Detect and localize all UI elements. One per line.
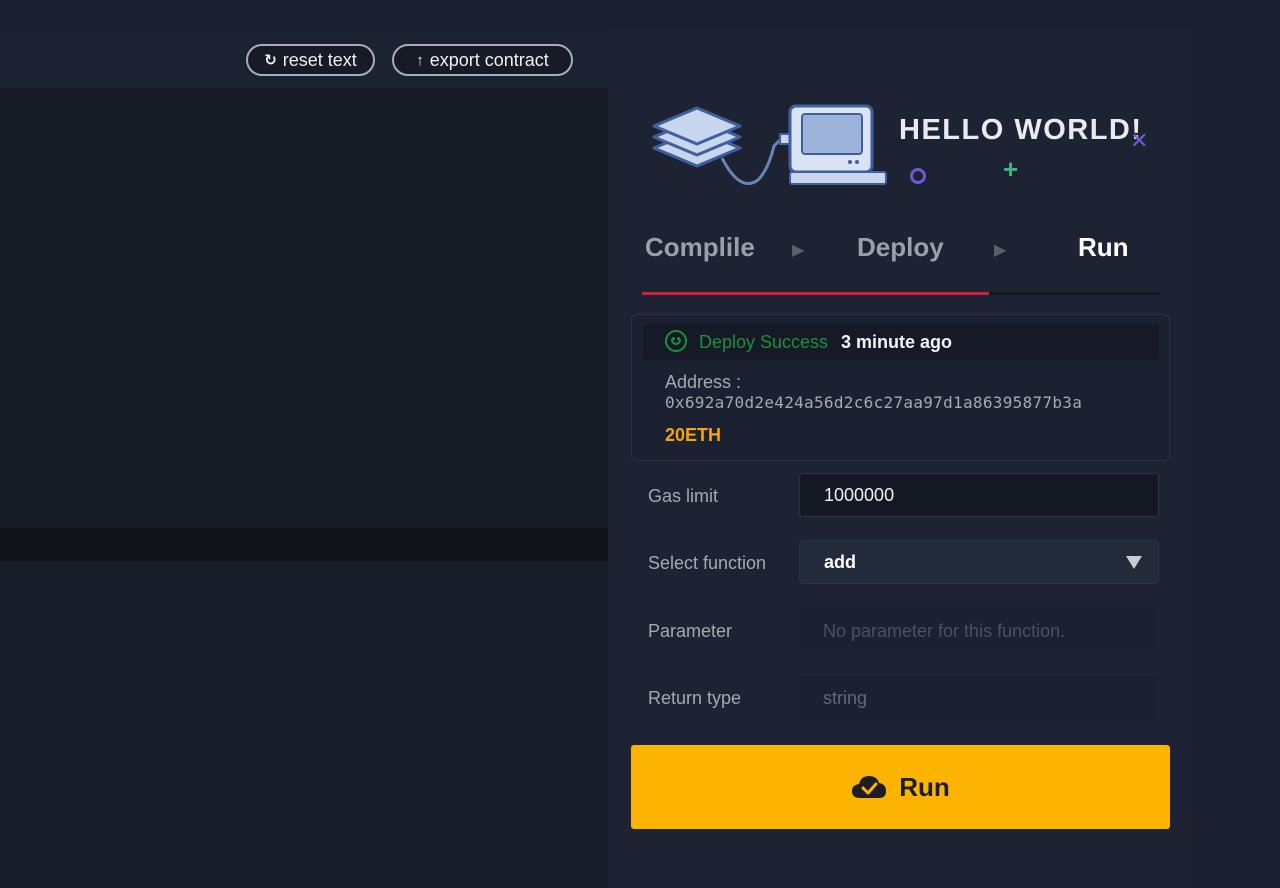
status-text: Deploy Success — [699, 332, 829, 352]
gas-limit-label: Gas limit — [648, 486, 719, 506]
step-progress-fill — [642, 292, 990, 295]
export-contract-label: export contract — [429, 49, 549, 70]
gas-limit-input[interactable]: 1000000 — [799, 473, 1159, 517]
status-time: 3 minute ago — [841, 332, 953, 352]
contract-address: 0x692a70d2e424a56d2c6c27aa97d1a86395877b… — [665, 393, 1083, 412]
reset-text-label: reset text — [282, 49, 357, 70]
hero-title: HELLO WORLD! — [899, 114, 1143, 146]
layers-icon — [652, 106, 742, 168]
cloud-check-icon — [852, 776, 887, 798]
step-progress-track — [642, 292, 1160, 295]
return-type-label: Return type — [648, 688, 742, 708]
smile-icon — [665, 330, 687, 352]
run-button-label: Run — [899, 771, 950, 802]
step-deploy[interactable]: Deploy — [857, 232, 944, 263]
hello-world-illustration — [652, 104, 887, 185]
caret-down-icon — [1126, 556, 1142, 569]
refresh-icon: ↻ — [264, 52, 277, 69]
code-editor[interactable] — [0, 88, 608, 528]
balance-value: 20ETH — [665, 425, 722, 445]
step-run[interactable]: Run — [1078, 232, 1129, 263]
address-label: Address : — [665, 372, 742, 392]
step-compile[interactable]: Complile — [645, 232, 755, 263]
step-arrow-icon: ▶ — [994, 242, 1007, 259]
decor-circle-icon — [910, 168, 926, 184]
function-select-value: add — [824, 551, 857, 572]
reset-text-button[interactable]: ↻ reset text — [246, 44, 375, 76]
status-bar: Deploy Success 3 minute ago — [643, 324, 1159, 360]
select-function-label: Select function — [648, 553, 767, 573]
run-button[interactable]: Run — [631, 745, 1170, 829]
page-margin — [1192, 0, 1280, 888]
parameter-input[interactable]: No parameter for this function. — [799, 609, 1159, 653]
decor-plus-icon: + — [1003, 154, 1019, 184]
function-select[interactable]: add — [799, 540, 1159, 584]
computer-icon — [779, 104, 887, 185]
console-area — [0, 561, 608, 888]
decor-cross-icon: ✕ — [1130, 128, 1149, 153]
top-strip — [0, 0, 1280, 30]
return-type-field: string — [799, 676, 1159, 720]
parameter-label: Parameter — [648, 621, 733, 641]
editor-divider[interactable] — [0, 528, 608, 561]
step-arrow-icon: ▶ — [792, 242, 805, 259]
export-contract-button[interactable]: ↑ export contract — [392, 44, 573, 76]
deploy-status-card: Deploy Success 3 minute ago Address : 0x… — [631, 314, 1170, 461]
upload-arrow-icon: ↑ — [416, 51, 424, 69]
